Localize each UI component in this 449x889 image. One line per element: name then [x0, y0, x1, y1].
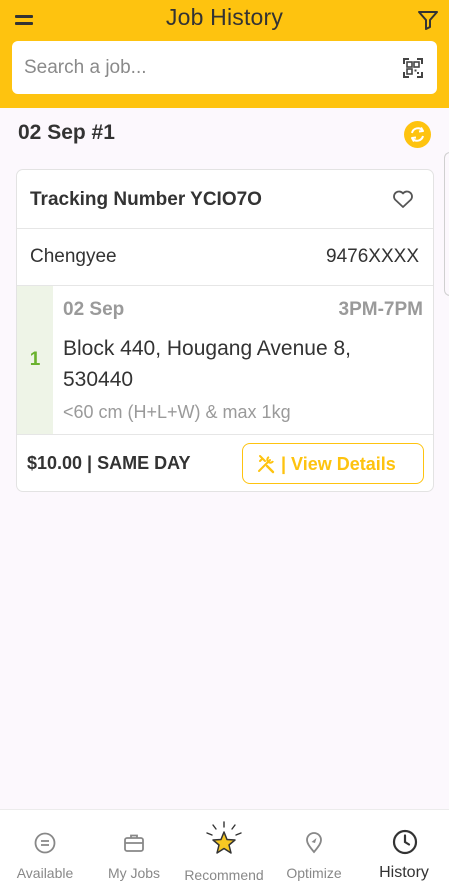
stop-number: 1 [29, 349, 41, 370]
contact-phone: 9476XXXX [326, 246, 419, 267]
page-title: Job History [165, 4, 284, 30]
clock-icon [392, 829, 418, 855]
menu-circle-icon [33, 831, 57, 855]
view-details-button[interactable]: | View Details [242, 443, 424, 484]
route-pin-icon [302, 831, 326, 855]
briefcase-icon [122, 831, 146, 855]
stop-number-column: 1 [17, 286, 53, 434]
stop-time-window: 3PM-7PM [338, 299, 423, 320]
star-icon [203, 820, 245, 862]
refresh-icon[interactable] [404, 121, 431, 148]
parcel-size: <60 cm (H+L+W) & max 1kg [63, 402, 291, 422]
filter-icon[interactable] [417, 9, 439, 31]
bottom-tab-bar: Available My Jobs Recommend Optimize His… [0, 809, 449, 889]
qr-scan-icon[interactable] [402, 57, 424, 79]
job-price: $10.00 | SAME DAY [27, 453, 191, 473]
tab-label: My Jobs [107, 865, 161, 881]
stop-row: 1 02 Sep 3PM-7PM Block 440, Hougang Aven… [17, 286, 433, 435]
tab-history[interactable]: History [359, 810, 449, 889]
tab-label: History [379, 864, 429, 881]
contact-row: Chengyee 9476XXXX [17, 229, 433, 286]
stop-address: Block 440, Hougang Avenue 8, 530440 [63, 337, 352, 391]
tab-optimize[interactable]: Optimize [269, 810, 359, 889]
tab-label: Optimize [286, 865, 342, 881]
date-group-heading: 02 Sep #1 [18, 121, 115, 144]
stop-date: 02 Sep [63, 299, 125, 320]
contact-name: Chengyee [30, 246, 117, 267]
view-details-label: | View Details [281, 454, 396, 474]
tab-available[interactable]: Available [0, 810, 90, 889]
tab-recommend[interactable]: Recommend [179, 810, 269, 889]
search-input[interactable] [24, 41, 394, 94]
heart-icon[interactable] [391, 187, 415, 211]
search-bar [12, 41, 437, 94]
tracking-number: Tracking Number YCIO7O [30, 189, 262, 210]
tab-label: Recommend [184, 867, 264, 883]
tracking-row: Tracking Number YCIO7O [17, 170, 433, 229]
tools-icon [256, 453, 277, 474]
tab-my-jobs[interactable]: My Jobs [89, 810, 179, 889]
scroll-handle[interactable] [444, 152, 449, 296]
app-header: Job History [0, 0, 449, 108]
tab-label: Available [16, 865, 74, 881]
job-card[interactable]: Tracking Number YCIO7O Chengyee 9476XXXX… [16, 169, 434, 492]
